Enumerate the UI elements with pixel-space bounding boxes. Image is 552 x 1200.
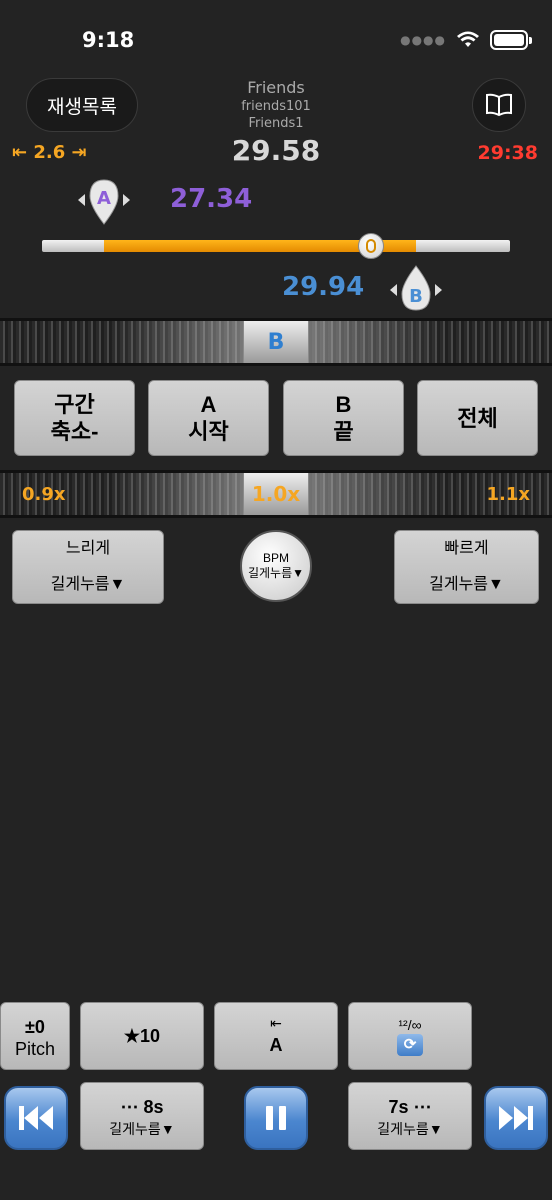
- speed-min-label: 0.9x: [22, 483, 66, 505]
- speed-jog-wheel[interactable]: 0.9x 1.0x 1.1x: [0, 470, 552, 518]
- rewind-sub: 길게누름▼: [109, 1121, 175, 1137]
- forward-7s-button[interactable]: 7s ⋯ 길게누름▼: [348, 1082, 472, 1150]
- speed-max-label: 1.1x: [486, 483, 531, 505]
- skip-forward-icon: [499, 1106, 533, 1130]
- pause-icon: [266, 1106, 286, 1130]
- b-time: 29.94: [282, 272, 365, 302]
- slower-sub: 길게누름▼: [50, 576, 126, 593]
- shrink-line1: 구간: [54, 392, 95, 417]
- faster-sub: 길게누름▼: [429, 576, 504, 593]
- b-marker-handle[interactable]: B: [388, 262, 444, 318]
- shrink-section-button[interactable]: 구간 축소-: [14, 380, 135, 456]
- full-range-label: 전체: [457, 405, 498, 431]
- slower-button[interactable]: 느리게 길게누름▼: [12, 530, 164, 604]
- progress-thumb[interactable]: [358, 233, 384, 259]
- faster-label: 빠르게: [444, 540, 489, 557]
- track-title: Friends: [247, 78, 305, 97]
- full-range-button[interactable]: 전체: [417, 380, 538, 456]
- b-end-line2: 끝: [333, 419, 354, 444]
- track-file: friends101: [241, 99, 311, 114]
- goto-a-label: A: [269, 1035, 283, 1055]
- book-button[interactable]: [472, 78, 526, 132]
- shift-value[interactable]: ⇤ 2.6 ⇥: [12, 142, 87, 163]
- forward-label: 7s ⋯: [388, 1097, 432, 1117]
- signal-icon: ●●●●: [400, 33, 446, 47]
- bpm-button[interactable]: BPM 길게누름▼: [240, 530, 312, 602]
- battery-icon: [490, 30, 532, 50]
- section-jog-wheel[interactable]: B: [0, 318, 552, 366]
- a-marker-icon: A: [78, 179, 130, 225]
- current-time: 29.58: [231, 134, 321, 167]
- track-album: Friends1: [248, 116, 304, 131]
- shrink-line2: 축소-: [50, 419, 99, 444]
- a-start-line1: A: [200, 392, 217, 417]
- bookmark-button[interactable]: ★10: [80, 1002, 204, 1070]
- status-time: 9:18: [82, 28, 135, 52]
- track-info: Friends friends101 Friends1: [176, 78, 376, 132]
- forward-sub: 길게누름▼: [377, 1121, 443, 1137]
- faster-button[interactable]: 빠르게 길게누름▼: [394, 530, 539, 604]
- rewind-8s-button[interactable]: ⋯ 8s 길게누름▼: [80, 1082, 204, 1150]
- b-marker-icon: B: [390, 265, 442, 311]
- slower-label: 느리게: [65, 540, 111, 557]
- book-icon: [486, 93, 512, 117]
- pitch-value: ±0: [25, 1017, 45, 1037]
- a-time: 27.34: [170, 184, 253, 214]
- bpm-label: BPM: [262, 551, 289, 565]
- repeat-icon: ⟳: [397, 1034, 423, 1056]
- goto-a-button[interactable]: ⇤ A: [214, 1002, 338, 1070]
- total-time: 29:38: [477, 142, 538, 164]
- b-end-button[interactable]: B 끝: [283, 380, 404, 456]
- goto-a-arrow: ⇤: [270, 1015, 282, 1031]
- pause-button[interactable]: [244, 1086, 308, 1150]
- bookmark-label: ★10: [123, 1026, 161, 1046]
- playlist-button[interactable]: 재생목록: [26, 78, 138, 132]
- previous-button[interactable]: [4, 1086, 68, 1150]
- next-button[interactable]: [484, 1086, 548, 1150]
- speed-current-label: 1.0x: [244, 473, 308, 515]
- a-marker-label: A: [97, 188, 111, 209]
- wifi-icon: [457, 31, 479, 47]
- b-end-line1: B: [335, 392, 352, 417]
- bpm-sub: 길게누름▼: [247, 566, 305, 580]
- a-marker-handle[interactable]: A: [76, 172, 132, 228]
- loop-button[interactable]: ¹²/∞ ⟳: [348, 1002, 472, 1070]
- section-wheel-label: B: [244, 321, 308, 363]
- rewind-label: ⋯ 8s: [120, 1097, 164, 1117]
- b-marker-label: B: [409, 286, 423, 307]
- pitch-button[interactable]: ±0 Pitch: [0, 1002, 70, 1070]
- a-start-button[interactable]: A 시작: [148, 380, 269, 456]
- a-start-line2: 시작: [188, 419, 229, 444]
- status-icons: ●●●●: [400, 30, 532, 50]
- pitch-label: Pitch: [14, 1039, 56, 1059]
- skip-back-icon: [19, 1106, 53, 1130]
